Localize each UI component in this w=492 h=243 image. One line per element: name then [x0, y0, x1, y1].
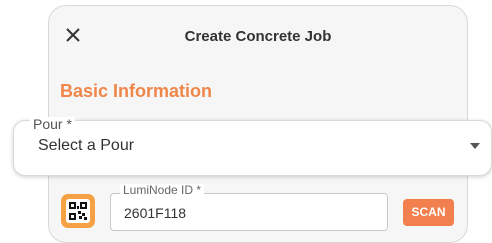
qr-glyph-icon: [69, 202, 87, 220]
scan-button[interactable]: SCAN: [403, 199, 454, 226]
pour-label: Pour *: [30, 117, 75, 131]
chevron-down-icon[interactable]: [470, 143, 480, 149]
luminode-id-label: LumiNode ID *: [120, 184, 205, 196]
close-icon[interactable]: [64, 26, 82, 44]
luminode-id-value: 2601F118: [124, 205, 187, 221]
pour-selected-value: Select a Pour: [38, 137, 135, 154]
section-title-basic-information: Basic Information: [60, 81, 213, 101]
dialog-title: Create Concrete Job: [184, 28, 332, 45]
